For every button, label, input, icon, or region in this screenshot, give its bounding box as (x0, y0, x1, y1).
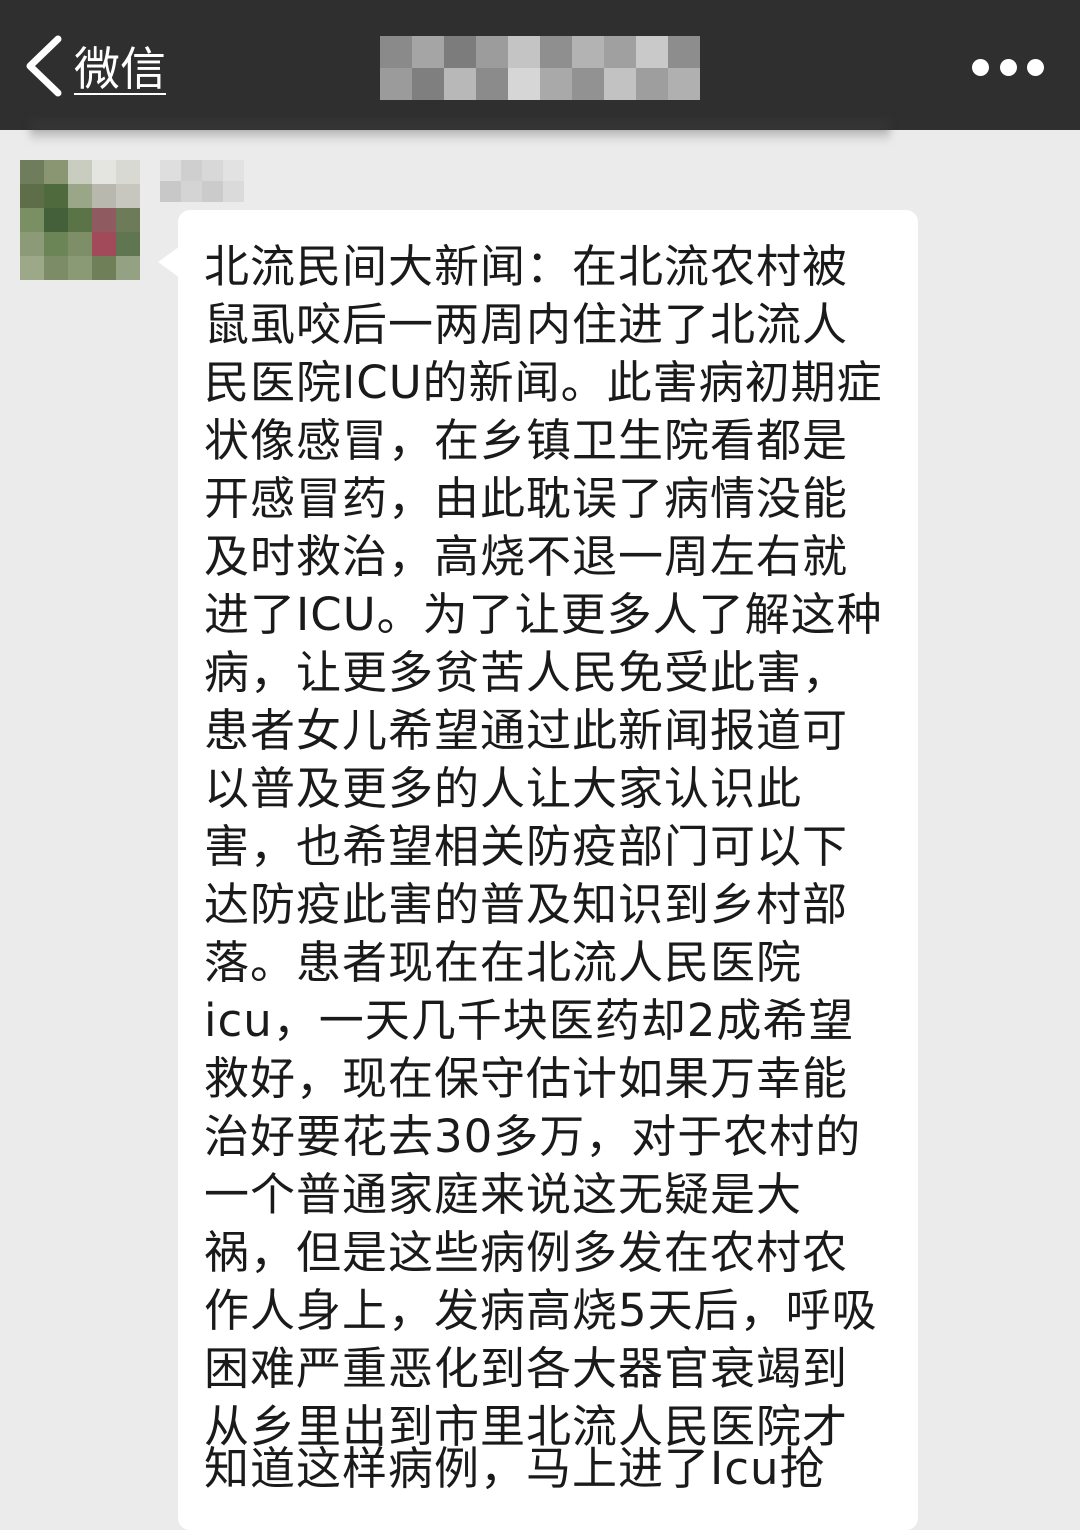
message-line: 害，也希望相关防疫部门可以下 (204, 820, 849, 873)
more-dot (1027, 58, 1044, 76)
message-line: 民医院ICU的新闻。此害病初期症 (204, 356, 883, 409)
sender-name-blurred (160, 160, 244, 202)
message-line: 鼠虱咬后一两周内住进了北流人 (204, 298, 849, 351)
chat-title-blurred (380, 36, 700, 100)
navigation-bar: 微信 (0, 0, 1080, 130)
avatar[interactable] (20, 160, 140, 280)
more-dot (999, 58, 1017, 76)
message-line: 祸，但是这些病例多发在农村农 (204, 1226, 849, 1279)
message-line: 状像感冒，在乡镇卫生院看都是 (204, 414, 849, 467)
chevron-left-icon (26, 35, 62, 97)
message-line: 北流民间大新闻：在北流农村被 (204, 240, 849, 293)
message-line: 进了ICU。为了让更多人了解这种 (204, 588, 883, 641)
more-dot (972, 58, 989, 76)
message-line: 及时救治，高烧不退一周左右就 (204, 530, 849, 583)
message-line: 一个普通家庭来说这无疑是大 (204, 1168, 803, 1221)
message-line: icu，一天几千块医药却2成希望 (204, 994, 855, 1047)
message-line: 救好，现在保守估计如果万幸能 (204, 1052, 849, 1105)
message-line: 治好要花去30多万，对于农村的 (204, 1110, 862, 1163)
message-line: 落。患者现在在北流人民医院 (204, 936, 803, 989)
message-line: 病，让更多贫苦人民免受此害， (204, 646, 849, 699)
back-button[interactable]: 微信 (22, 28, 166, 104)
message-line: 作人身上，发病高烧5天后，呼吸 (204, 1284, 878, 1337)
message-line: 患者女儿希望通过此新闻报道可 (204, 704, 849, 757)
more-options-button[interactable] (972, 50, 1044, 84)
bubble-tail (158, 246, 180, 278)
message-line: 困难严重恶化到各大器官衰竭到 (204, 1342, 849, 1395)
message-line: 达防疫此害的普及知识到乡村部 (204, 878, 849, 931)
message-line: 以普及更多的人让大家认识此 (204, 762, 803, 815)
message-line: 开感冒药，由此耽误了病情没能 (204, 472, 849, 525)
message-line: 知道这样病例，马上进了Icu抢 (204, 1442, 826, 1495)
back-label: 微信 (74, 42, 166, 96)
